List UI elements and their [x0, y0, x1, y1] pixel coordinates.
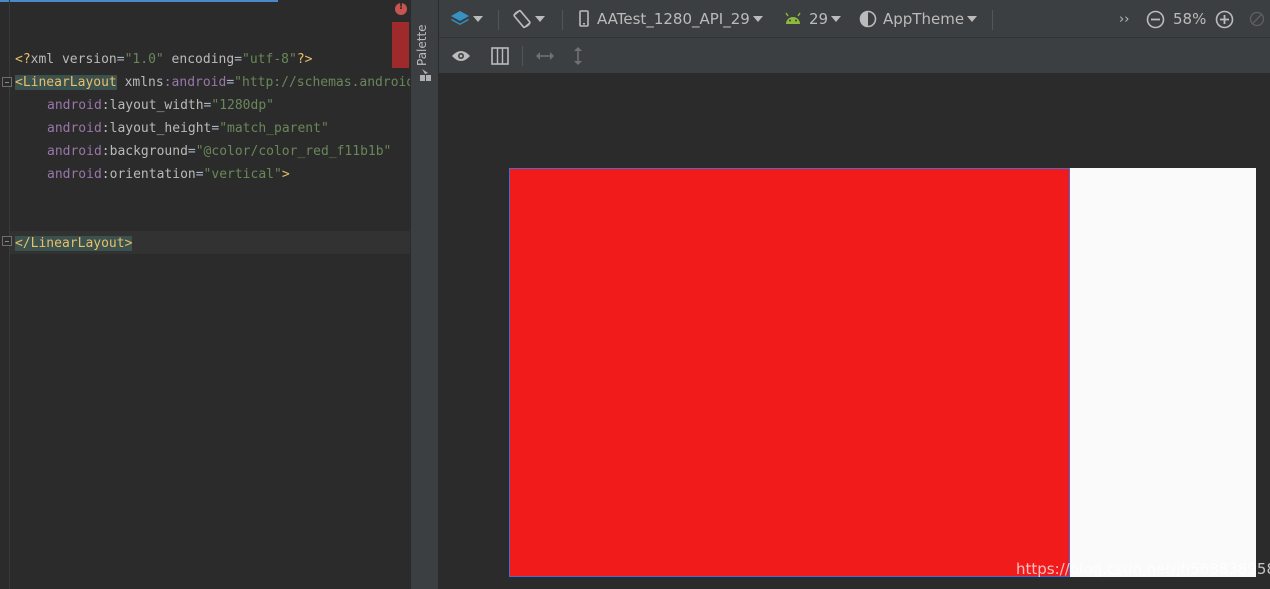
code-line-1: <?xml version="1.0" encoding="utf-8"?> [15, 48, 312, 71]
attr-version: version [54, 52, 117, 67]
phone-icon [579, 10, 589, 27]
editor-tab-indicator [0, 0, 278, 2]
gutter-divider [9, 0, 10, 589]
toolbar-overflow-button[interactable]: ›› [1119, 0, 1129, 38]
value-encoding: "utf-8" [242, 52, 297, 67]
ns-android: android [47, 121, 102, 136]
overflow-chevrons-icon: ›› [1119, 11, 1130, 27]
orientation-button[interactable] [512, 0, 545, 38]
design-secondary-toolbar [439, 38, 1270, 74]
zoom-out-button[interactable] [1146, 0, 1165, 38]
layers-icon [451, 11, 469, 25]
chevron-down-icon [831, 16, 842, 22]
code-line-4: android:layout_height="match_parent" [47, 117, 329, 140]
code-line-6: android:orientation="vertical"> [47, 163, 290, 186]
rotate-device-icon [513, 9, 531, 29]
zoom-out-icon [1146, 10, 1165, 28]
device-label: AATest_1280_API_29 [597, 10, 750, 28]
android-icon [785, 12, 801, 24]
chevron-down-icon [967, 16, 978, 22]
attr-background: :background [101, 144, 188, 159]
ns-android: android [47, 167, 102, 182]
resize-vertical-button[interactable] [572, 38, 584, 74]
open-tag-linearlayout: <LinearLayout [15, 75, 117, 90]
toolbar-separator [522, 46, 523, 66]
columns-icon [491, 47, 509, 65]
xml-code-editor[interactable]: <?xml version="1.0" encoding="utf-8"?> <… [0, 0, 410, 589]
theme-label: AppTheme [883, 10, 965, 28]
blueprint-toggle-button[interactable] [491, 38, 509, 74]
ns-android: android [47, 144, 102, 159]
pi-open: <? [15, 52, 31, 67]
fold-end-icon[interactable] [2, 236, 12, 246]
equals-sign: = [187, 144, 196, 159]
palette-icon[interactable] [419, 68, 432, 82]
palette-tab-label[interactable]: Palette [415, 24, 429, 66]
linearlayout-preview[interactable] [509, 168, 1070, 577]
equals-sign: = [226, 75, 235, 90]
code-line-9: </LinearLayout> [15, 232, 133, 255]
zoom-in-icon [1215, 10, 1234, 28]
view-options-button[interactable] [451, 38, 471, 74]
ns-android: android [47, 98, 102, 113]
api-level-label: 29 [809, 10, 829, 28]
attr-layout-width: :layout_width [101, 98, 204, 113]
device-selector[interactable]: AATest_1280_API_29 [577, 0, 763, 38]
fold-start-icon[interactable] [2, 77, 12, 87]
resize-horizontal-button[interactable] [535, 38, 555, 74]
toolbar-separator [562, 10, 563, 30]
zoom-to-fit-icon [1249, 11, 1265, 27]
horizontal-arrows-icon [536, 52, 554, 60]
error-stripe-marker[interactable] [392, 22, 409, 68]
value-version: "1.0" [124, 52, 164, 67]
vertical-arrows-icon [574, 47, 582, 65]
tag-close-bracket: > [124, 236, 133, 251]
eye-icon [452, 51, 470, 61]
palette-tool-window-strip: Palette [410, 0, 439, 589]
equals-sign: = [116, 52, 125, 67]
watermark-text: https://blog.csdn.net/jh568838958 [1016, 560, 1270, 578]
toolbar-separator [498, 10, 499, 30]
equals-sign: = [195, 167, 204, 182]
ns-android: :android [163, 75, 227, 90]
theme-icon [859, 10, 877, 28]
error-indicator-icon[interactable] [395, 1, 407, 15]
code-line-2: <LinearLayout xmlns:android="http://sche… [15, 71, 410, 94]
attr-layout-height: :layout_height [101, 121, 212, 136]
api-level-selector[interactable]: 29 [784, 0, 842, 38]
theme-selector[interactable]: AppTheme [859, 0, 978, 38]
toolbar-separator [992, 10, 993, 30]
value-layout-width: "1280dp" [211, 98, 274, 113]
attr-orientation: :orientation [101, 167, 196, 182]
pi-name: xml [30, 52, 55, 67]
design-toolbar: AATest_1280_API_29 29 AppTheme ›› 58% [439, 0, 1270, 38]
code-line-5: android:background="@color/color_red_f11… [47, 140, 391, 163]
attr-encoding: encoding [163, 52, 235, 67]
pi-close: ?> [296, 52, 313, 67]
zoom-to-fit-button[interactable] [1249, 0, 1265, 38]
value-xmlns: "http://schemas.android.com/apk/res/andr… [234, 75, 410, 90]
design-surface-button[interactable] [450, 0, 483, 38]
chevron-down-icon [752, 16, 763, 22]
zoom-level-label: 58% [1173, 10, 1207, 28]
value-layout-height: "match_parent" [219, 121, 329, 136]
chevron-down-icon [535, 16, 545, 22]
value-orientation: "vertical" [203, 167, 282, 182]
equals-sign: = [234, 52, 243, 67]
zoom-in-button[interactable] [1215, 0, 1234, 38]
close-tag-linearlayout: </LinearLayout [15, 236, 125, 251]
value-background: "@color/color_red_f11b1b" [195, 144, 392, 159]
chevron-down-icon [473, 16, 483, 22]
zoom-level-readout: 58% [1173, 0, 1206, 38]
attr-xmlns: xmlns [116, 75, 164, 90]
tag-close-bracket: > [281, 167, 290, 182]
code-line-3: android:layout_width="1280dp" [47, 94, 274, 117]
